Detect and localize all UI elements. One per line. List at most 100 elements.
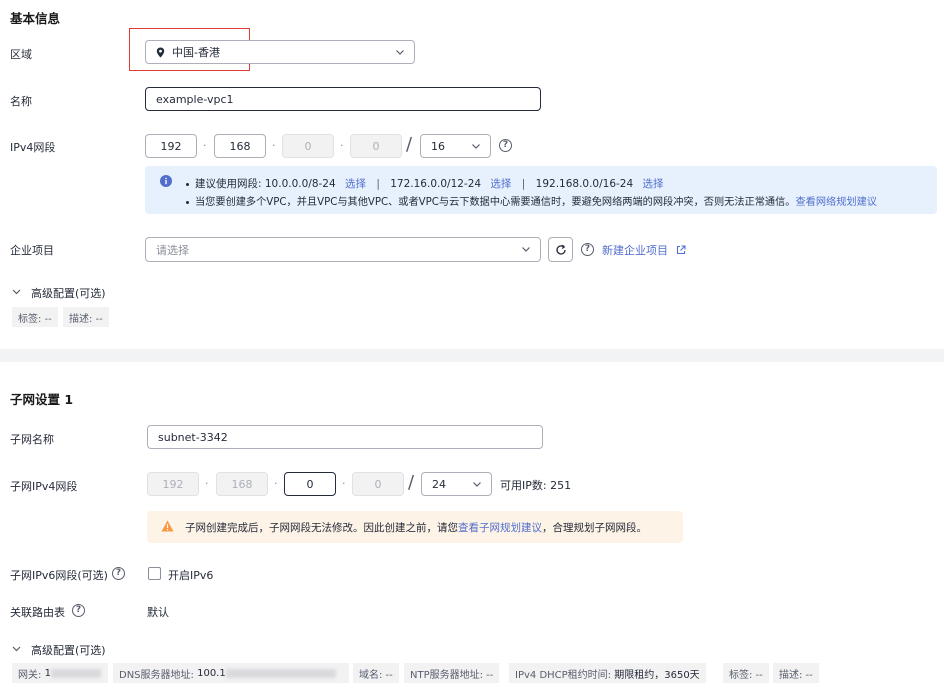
dot-separator: · xyxy=(274,477,278,490)
gateway-label: 网关: xyxy=(18,669,42,681)
description-summary: 描述: -- xyxy=(63,307,109,327)
info-icon xyxy=(160,175,172,187)
subnet-advanced-toggle[interactable]: 高级配置(可选) xyxy=(31,642,106,658)
subnet-name-value: subnet-3342 xyxy=(158,430,228,444)
ipv4-octet-1[interactable]: 192 xyxy=(145,134,197,158)
ipv4-octet-4-value: 0 xyxy=(372,139,380,153)
dns-value: 100.1 xyxy=(197,667,226,679)
chevron-down-icon[interactable] xyxy=(12,645,21,653)
chevron-down-icon xyxy=(396,50,404,55)
refresh-button[interactable] xyxy=(548,237,573,262)
ipv4-octet-2-value: 168 xyxy=(229,139,251,153)
ipv4-octet-3: 0 xyxy=(282,134,334,158)
dns-summary: DNS服务器地址: 100.1 xyxy=(113,663,349,683)
dot-separator: · xyxy=(340,139,344,152)
region-value: 中国-香港 xyxy=(172,46,220,59)
enterprise-project-select[interactable]: 请选择 xyxy=(145,237,541,262)
dot-separator: · xyxy=(342,477,346,490)
select-seg1-link[interactable]: 选择 xyxy=(345,178,366,190)
subnet-octet-2: 168 xyxy=(216,472,268,496)
ipv4-octet-4: 0 xyxy=(350,134,402,158)
section-divider xyxy=(0,349,944,362)
subnet-title: 子网设置 1 xyxy=(10,392,74,407)
dot-separator: · xyxy=(203,139,207,152)
warning-icon xyxy=(161,520,174,532)
subnet-planning-link[interactable]: 查看子网规划建议 xyxy=(458,522,542,534)
new-enterprise-link[interactable]: 新建企业项目 xyxy=(602,242,686,258)
network-planning-link[interactable]: 查看网络规划建议 xyxy=(795,197,877,208)
vpc-name-input[interactable]: example-vpc1 xyxy=(145,87,541,111)
refresh-icon xyxy=(555,244,566,255)
new-enterprise-label: 新建企业项目 xyxy=(602,244,668,257)
help-icon[interactable]: ? xyxy=(499,139,512,152)
subnet-ipv6-label: 子网IPv6网段(可选) xyxy=(10,569,108,582)
chevron-down-icon[interactable] xyxy=(12,288,21,296)
enable-ipv6-checkbox[interactable] xyxy=(148,567,161,580)
ipv4-octet-3-value: 0 xyxy=(304,139,312,153)
enterprise-placeholder: 请选择 xyxy=(156,243,189,257)
select-seg2-link[interactable]: 选择 xyxy=(490,178,511,190)
subnet-mask-value: 24 xyxy=(432,477,446,491)
available-ip-count: 可用IP数: 251 xyxy=(500,479,572,492)
help-icon[interactable]: ? xyxy=(581,243,594,256)
ipv4-octet-1-value: 192 xyxy=(160,139,182,153)
tips-line-2: 当您要创建多个VPC，并且VPC与其他VPC、或者VPC与云下数据中心需要通信时… xyxy=(186,193,877,208)
chevron-down-icon xyxy=(472,144,480,149)
ntp-summary: NTP服务器地址: -- xyxy=(404,663,500,683)
subnet-octet-2-value: 168 xyxy=(231,477,253,491)
tips-line-1: 建议使用网段: 10.0.0.0/8-24 选择 | 172.16.0.0/12… xyxy=(186,176,664,191)
route-table-value: 默认 xyxy=(147,606,169,619)
enable-ipv6-label[interactable]: 开启IPv6 xyxy=(168,567,213,583)
route-table-label: 关联路由表 xyxy=(10,606,65,619)
name-label: 名称 xyxy=(10,95,32,108)
gateway-value: 1 xyxy=(44,667,51,679)
ipv4-label: IPv4网段 xyxy=(10,141,56,154)
slash-separator: / xyxy=(408,472,415,493)
tips-sep: | xyxy=(376,178,380,190)
warning-prefix: 子网创建完成后，子网网段无法修改。因此创建之前，请您 xyxy=(185,522,458,534)
help-icon[interactable]: ? xyxy=(72,604,85,617)
select-seg3-link[interactable]: 选择 xyxy=(643,178,664,190)
basic-info-title: 基本信息 xyxy=(10,11,61,26)
warning-suffix: ，合理规划子网网段。 xyxy=(542,522,647,534)
dhcp-summary: IPv4 DHCP租约时间: 期限租约，3650天 xyxy=(509,663,706,683)
tips-seg1: 建议使用网段: 10.0.0.0/8-24 xyxy=(195,178,336,190)
gateway-summary: 网关: 1 xyxy=(12,663,108,683)
tag-summary: 标签: -- xyxy=(12,307,58,327)
subnet-octet-1: 192 xyxy=(147,472,199,496)
dhcp-label: IPv4 DHCP租约时间: xyxy=(515,669,612,681)
subnet-octet-4-value: 0 xyxy=(374,477,382,491)
tips-seg2: 172.16.0.0/12-24 xyxy=(390,178,482,190)
subnet-octet-3[interactable]: 0 xyxy=(284,472,336,496)
tips-seg3: 192.168.0.0/16-24 xyxy=(535,178,634,190)
help-icon[interactable]: ? xyxy=(112,567,125,580)
subnet-octet-3-value: 0 xyxy=(306,477,314,491)
dot-separator: · xyxy=(205,477,209,490)
subnet-warning-text: 子网创建完成后，子网网段无法修改。因此创建之前，请您查看子网规划建议，合理规划子… xyxy=(185,520,647,535)
subnet-name-input[interactable]: subnet-3342 xyxy=(147,425,543,449)
tips-sep: | xyxy=(521,178,526,190)
subnet-octet-4: 0 xyxy=(352,472,404,496)
tips-line-2-text: 当您要创建多个VPC，并且VPC与其他VPC、或者VPC与云下数据中心需要通信时… xyxy=(195,197,796,208)
enterprise-label: 企业项目 xyxy=(10,244,54,257)
chevron-down-icon xyxy=(473,482,481,487)
subnet-ipv4-label: 子网IPv4网段 xyxy=(10,480,78,493)
subnet-tag-summary: 标签: -- xyxy=(723,663,769,683)
subnet-name-label: 子网名称 xyxy=(10,433,54,446)
dns-label: DNS服务器地址: xyxy=(119,669,194,681)
subnet-desc-summary: 描述: -- xyxy=(773,663,819,683)
domain-summary: 域名: -- xyxy=(353,663,399,683)
region-select[interactable]: 中国-香港 xyxy=(145,40,415,64)
vpc-name-value: example-vpc1 xyxy=(156,92,234,106)
external-link-icon xyxy=(676,245,686,255)
ipv4-mask-select[interactable]: 16 xyxy=(420,134,491,158)
advanced-config-toggle[interactable]: 高级配置(可选) xyxy=(31,285,106,301)
subnet-octet-1-value: 192 xyxy=(162,477,184,491)
chevron-down-icon xyxy=(522,247,530,252)
ipv4-octet-2[interactable]: 168 xyxy=(214,134,266,158)
subnet-mask-select[interactable]: 24 xyxy=(421,472,492,496)
region-label: 区域 xyxy=(10,48,32,61)
dhcp-value: 期限租约，3650天 xyxy=(614,669,700,681)
location-pin-icon xyxy=(156,47,165,57)
dot-separator: · xyxy=(272,139,276,152)
